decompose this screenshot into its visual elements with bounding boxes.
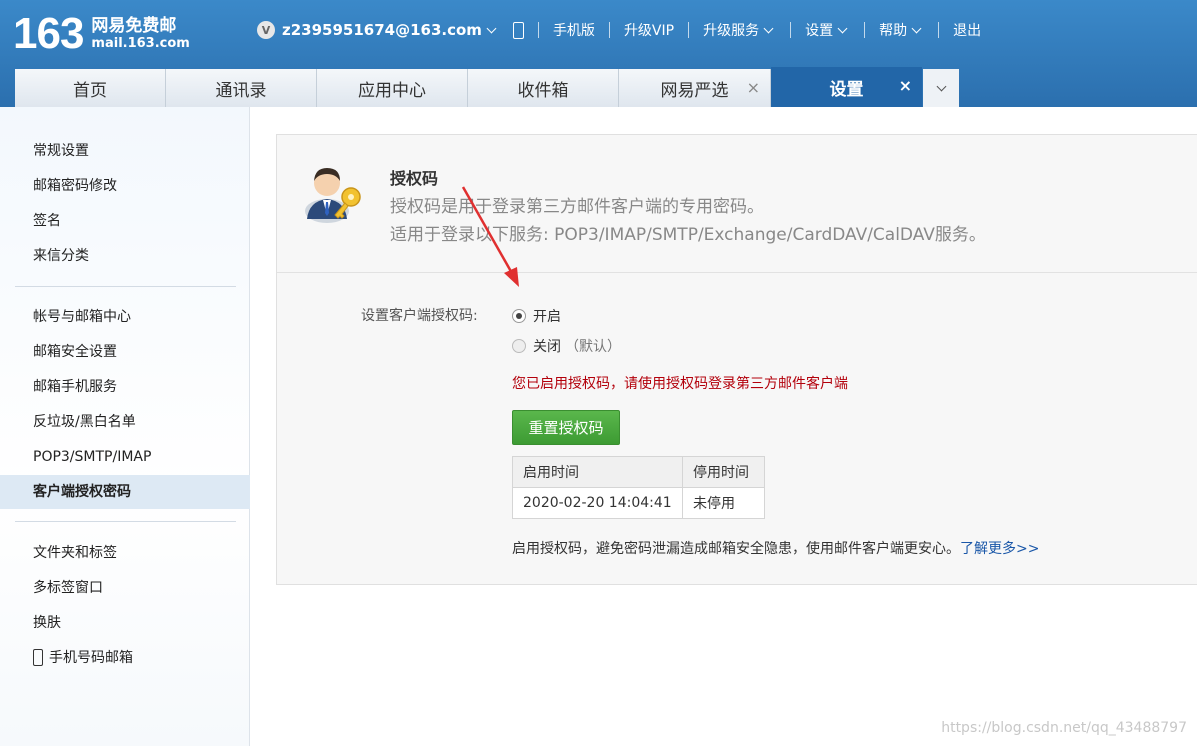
radio-disable[interactable]: 关闭 （默认）	[512, 336, 621, 356]
table-header: 启用时间	[512, 456, 683, 488]
enabled-notice: 您已启用授权码，请使用授权码登录第三方邮件客户端	[512, 376, 848, 392]
footer-tip-text: 启用授权码，避免密码泄漏造成邮箱安全隐患，使用邮件客户端更安心。	[512, 541, 960, 557]
learn-more-link[interactable]: 了解更多>>	[960, 541, 1039, 557]
auth-code-panel: 授权码 授权码是用于登录第三方邮件客户端的专用密码。 适用于登录以下服务: PO…	[276, 134, 1197, 585]
footer-tip: 启用授权码，避免密码泄漏造成邮箱安全隐患，使用邮件客户端更安心。了解更多>>	[512, 538, 1039, 558]
tab-label: 设置	[829, 79, 864, 100]
sidebar-item-multi-tab[interactable]: 多标签窗口	[0, 571, 250, 605]
sidebar-item-skin[interactable]: 换肤	[0, 606, 250, 640]
chevron-down-icon[interactable]	[911, 23, 922, 33]
disable-time-cell: 未停用	[682, 487, 765, 519]
divider	[790, 22, 792, 38]
enable-time-cell: 2020-02-20 14:04:41	[512, 487, 683, 519]
logo[interactable]: 163 网易免费邮 mail.163.com	[13, 10, 190, 58]
tab-home[interactable]: 首页	[15, 69, 166, 107]
help-link[interactable]: 帮助	[879, 20, 907, 40]
divider	[864, 22, 866, 38]
chevron-down-icon[interactable]	[763, 23, 774, 33]
radio-selected-icon[interactable]	[512, 309, 526, 323]
sidebar-item-account-center[interactable]: 帐号与邮箱中心	[0, 300, 250, 334]
sidebar-item-password[interactable]: 邮箱密码修改	[0, 169, 250, 203]
table-row: 2020-02-20 14:04:41 未停用	[512, 487, 765, 519]
radio-label: 开启	[533, 309, 561, 325]
close-icon[interactable]: ×	[899, 76, 912, 95]
sidebar-item-mail-rules[interactable]: 来信分类	[0, 239, 250, 273]
more-tabs-button[interactable]	[923, 69, 959, 107]
tab-label: 通讯录	[215, 80, 267, 101]
mobile-version-link[interactable]: 手机版	[553, 20, 595, 40]
watermark: https://blog.csdn.net/qq_43488797	[941, 720, 1187, 736]
divider	[938, 22, 940, 38]
radio-label: 关闭	[533, 339, 561, 355]
chevron-down-icon[interactable]	[486, 23, 497, 33]
account-email[interactable]: z2395951674@163.com	[282, 21, 482, 39]
tab-label: 收件箱	[517, 80, 569, 101]
default-note: （默认）	[565, 339, 621, 355]
chevron-down-icon[interactable]	[837, 23, 848, 33]
sidebar-item-security[interactable]: 邮箱安全设置	[0, 335, 250, 369]
sidebar-item-general[interactable]: 常规设置	[0, 134, 250, 168]
sidebar-item-signature[interactable]: 签名	[0, 204, 250, 238]
tab-settings[interactable]: 设置 ×	[771, 67, 922, 107]
divider	[688, 22, 690, 38]
auth-code-setting-label: 设置客户端授权码:	[361, 308, 478, 324]
radio-enable[interactable]: 开启	[512, 306, 561, 326]
table-header: 停用时间	[682, 456, 765, 488]
radio-unselected-icon[interactable]	[512, 339, 526, 353]
sidebar-divider	[15, 286, 236, 287]
main-tabs: 首页 通讯录 应用中心 收件箱 网易严选 × 设置 ×	[15, 67, 959, 107]
header: 163 网易免费邮 mail.163.com V z2395951674@163…	[0, 0, 1197, 107]
sidebar-item-client-auth-code[interactable]: 客户端授权密码	[0, 475, 250, 509]
reset-auth-code-button[interactable]: 重置授权码	[512, 410, 620, 445]
sidebar-item-phone-mailbox[interactable]: 手机号码邮箱	[0, 641, 250, 675]
logo-number: 163	[13, 9, 84, 58]
tab-label: 网易严选	[660, 80, 729, 101]
sidebar-divider	[15, 521, 236, 522]
settings-link[interactable]: 设置	[805, 20, 833, 40]
sidebar-item-phone-service[interactable]: 邮箱手机服务	[0, 370, 250, 404]
tab-app-center[interactable]: 应用中心	[317, 69, 468, 107]
tab-inbox[interactable]: 收件箱	[468, 69, 619, 107]
mobile-phone-icon	[33, 649, 43, 666]
divider	[608, 22, 610, 38]
tab-label: 应用中心	[358, 80, 426, 101]
sidebar-item-folders-tags[interactable]: 文件夹和标签	[0, 536, 250, 570]
top-links-bar: V z2395951674@163.com 手机版 升级VIP 升级服务 设置 …	[257, 18, 981, 42]
logout-link[interactable]: 退出	[953, 20, 981, 40]
sidebar-item-pop3-smtp-imap[interactable]: POP3/SMTP/IMAP	[0, 440, 250, 474]
tab-label: 首页	[73, 80, 107, 101]
upgrade-service-link[interactable]: 升级服务	[703, 20, 759, 40]
sidebar-item-label: 手机号码邮箱	[49, 650, 133, 666]
auth-code-time-table: 启用时间 停用时间 2020-02-20 14:04:41 未停用	[512, 456, 765, 519]
panel-title: 授权码	[390, 169, 439, 188]
logo-en-text: mail.163.com	[91, 36, 190, 51]
divider	[537, 22, 539, 38]
user-key-icon	[305, 168, 361, 223]
sidebar-item-antispam[interactable]: 反垃圾/黑白名单	[0, 405, 250, 439]
annotation-arrow-icon	[461, 186, 519, 287]
vip-badge-icon[interactable]: V	[257, 21, 275, 39]
settings-sidebar: 常规设置 邮箱密码修改 签名 来信分类 帐号与邮箱中心 邮箱安全设置 邮箱手机服…	[0, 107, 250, 746]
table-header-row: 启用时间 停用时间	[512, 456, 765, 488]
tab-yanxuan[interactable]: 网易严选 ×	[619, 69, 771, 107]
chevron-down-icon	[936, 81, 946, 91]
close-icon[interactable]: ×	[747, 78, 760, 97]
upgrade-vip-link[interactable]: 升级VIP	[624, 20, 674, 40]
mobile-phone-icon[interactable]	[512, 21, 524, 39]
panel-header: 授权码 授权码是用于登录第三方邮件客户端的专用密码。 适用于登录以下服务: PO…	[277, 135, 1197, 273]
logo-cn-text: 网易免费邮	[91, 16, 177, 36]
tab-contacts[interactable]: 通讯录	[166, 69, 317, 107]
